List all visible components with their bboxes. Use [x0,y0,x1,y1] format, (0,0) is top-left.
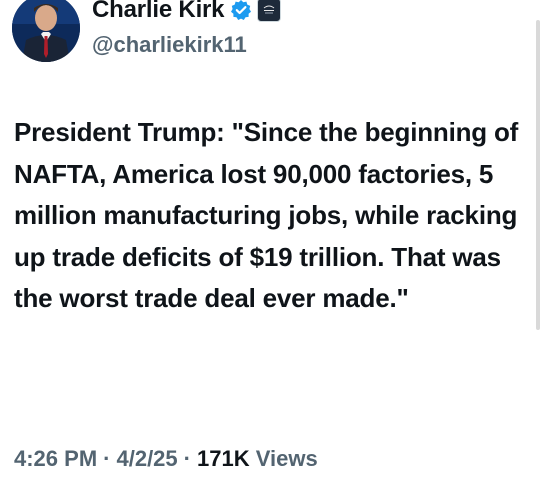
meta-separator-2: · [183,446,191,471]
views-label: Views [255,446,318,471]
tweet-header: Charlie Kirk @charliekirk11 [12,0,282,62]
views-count: 171K [196,446,250,471]
author-handle[interactable]: @charliekirk11 [92,30,281,60]
name-row: Charlie Kirk [92,0,282,24]
affiliation-badge-icon[interactable] [257,0,282,22]
tweet-time[interactable]: 4:26 PM [14,446,97,471]
meta-separator: · [103,446,111,471]
author-names: Charlie Kirk @charliekirk11 [92,0,282,60]
verified-badge-icon [230,0,252,21]
avatar[interactable] [12,0,80,62]
tweet-date[interactable]: 4/2/25 [116,446,177,471]
scrollbar[interactable] [536,20,540,330]
tweet-meta: 4:26 PM · 4/2/25 · 171K Views [14,444,318,474]
tweet: Charlie Kirk @charliekirk11 President Tr… [0,0,540,491]
tweet-text: President Trump: "Since the beginning of… [14,117,519,313]
display-name[interactable]: Charlie Kirk [92,0,225,24]
